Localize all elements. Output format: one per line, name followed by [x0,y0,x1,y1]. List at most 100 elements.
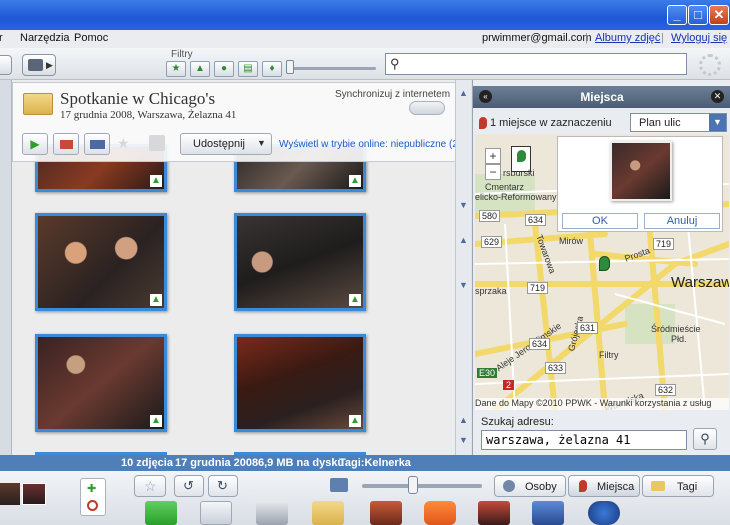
places-header: Miejsca [473,86,730,108]
sync-label: Synchronizuj z internetem [335,89,451,100]
camera-icon [28,59,43,71]
filter-places-icon[interactable]: ♦ [262,61,282,77]
menu-item-partial[interactable]: r [0,32,3,44]
clear-tray-icon[interactable] [87,500,98,511]
filter-uploaded-icon[interactable]: ▲ [190,61,210,77]
rotate-right-button[interactable]: ↻ [208,475,238,497]
filter-slider-track[interactable] [290,67,376,70]
menu-item-help[interactable]: Pomoc [74,32,108,44]
photo-thumbnail[interactable]: ▲ [35,213,167,311]
tag-icon [651,481,665,491]
map-label: rsburski [503,168,535,178]
road-badge: E30 [477,368,498,378]
thumbnail-size-slider[interactable] [362,484,482,488]
map-view[interactable]: + − rsburski Cmentarz elicko-Reformowany… [475,134,729,410]
map-label: Warszaw [671,274,729,291]
selection-count: 1 miejsce w zaznaczeniu [490,117,612,129]
collapse-left-icon[interactable]: « [479,90,492,103]
cancel-button[interactable]: Anuluj [644,213,720,229]
movie-icon[interactable] [478,501,510,525]
star-icon[interactable]: ★ [117,135,130,152]
map-type-select[interactable]: Plan ulic ▼ [630,113,727,132]
movie-button[interactable] [84,133,110,155]
filter-slider-handle[interactable] [286,60,294,74]
scroll-down-icon[interactable]: ▼ [459,280,468,290]
location-pin-icon[interactable] [599,256,610,271]
people-button[interactable]: Osoby [494,475,566,497]
share-button[interactable]: Udostępnij ▼ [180,133,272,155]
tray-thumbnail[interactable] [0,483,20,505]
pin-tray-icon[interactable]: ✚ [87,482,96,495]
photo-thumbnail[interactable]: ▲ [234,334,366,432]
search-icon[interactable]: ⚲ [693,428,717,450]
export-folder-icon[interactable] [312,501,344,525]
left-panel-edge [0,80,12,455]
scroll-up-icon[interactable]: ▲ [459,415,468,425]
road-badge: 580 [479,210,501,222]
places-button[interactable]: Miejsca [568,475,640,497]
road-badge: 634 [525,214,547,226]
map-label: Śródmieście [651,324,701,334]
sync-toggle[interactable] [409,101,445,115]
scroll-up-icon[interactable]: ▲ [459,235,468,245]
album-title[interactable]: Spotkanie w Chicago's [60,89,215,109]
chevron-down-icon: ▼ [709,114,726,131]
email-icon[interactable] [200,501,232,525]
status-bar: 10 zdjęcia 17 grudnia 2008 6,9 MB na dys… [0,455,730,471]
arrow-right-icon: ▶ [46,60,53,70]
close-panel-icon[interactable]: ✕ [711,90,724,103]
search-input[interactable] [408,56,678,72]
search-field[interactable]: ⚲ [385,53,687,75]
people-label: Osoby [525,481,557,493]
zoom-out-icon[interactable]: − [485,164,501,180]
maximize-icon[interactable]: □ [688,5,708,25]
marker-icon [579,480,587,492]
tags-button[interactable]: Tagi [642,475,714,497]
upload-icon[interactable] [145,501,177,525]
uploaded-icon: ▲ [150,294,162,306]
film-icon[interactable] [532,501,564,525]
photo-thumbnail[interactable]: ▲ [234,213,366,311]
album-info-panel: Spotkanie w Chicago's 17 grudnia 2008, W… [12,82,463,162]
google-earth-icon[interactable] [588,501,620,525]
thumbnail-size-handle[interactable] [408,476,418,494]
collage-icon[interactable] [370,501,402,525]
minimize-icon[interactable]: _ [667,5,687,25]
save-icon[interactable] [149,135,165,151]
gallery-scrollbar[interactable]: ▲ ▼ ▲ ▼ ▲ ▼ [455,80,471,455]
uploaded-icon: ▲ [150,175,162,187]
address-search-input[interactable] [481,430,687,450]
rotate-left-button[interactable]: ↺ [174,475,204,497]
play-slideshow-icon[interactable]: ▶ [22,133,48,155]
map-attribution[interactable]: Dane do Mapy ©2010 PPWK - Warunki korzys… [475,398,729,410]
filter-people-icon[interactable]: ● [214,61,234,77]
share-label: Udostępnij [193,138,245,150]
film-icon [90,140,105,149]
photo-thumbnail[interactable]: ▲ [35,334,167,432]
star-icon: ☆ [144,478,157,494]
star-button[interactable]: ☆ [134,475,166,497]
collage-button[interactable] [53,133,79,155]
scroll-down-icon[interactable]: ▼ [459,200,468,210]
import-button[interactable]: ▶ [22,54,56,76]
scroll-down-icon[interactable]: ▼ [459,435,468,445]
scroll-up-icon[interactable]: ▲ [459,88,468,98]
places-label: Miejsca [597,481,635,493]
print-icon[interactable] [256,501,288,525]
logout-link[interactable]: Wyloguj się [671,32,727,44]
albums-link[interactable]: Albumy zdjęć [595,32,660,44]
menu-item-tools[interactable]: Narzędzia [20,32,70,44]
zoom-in-icon[interactable]: + [485,148,501,164]
loading-spinner-icon [699,54,721,76]
online-view-link[interactable]: Wyświetl w trybie online: niepubliczne (… [279,139,463,150]
blogger-icon[interactable] [424,501,456,525]
filter-video-icon[interactable]: ▤ [238,61,258,77]
road-badge: 631 [577,322,599,334]
nav-button[interactable] [0,55,12,75]
filter-star-icon[interactable]: ★ [166,61,186,77]
map-label: Płd. [671,334,687,344]
ok-button[interactable]: OK [562,213,638,229]
tray-thumbnail[interactable] [22,483,46,505]
close-window-icon[interactable]: ✕ [709,5,729,25]
collage-icon [60,140,73,149]
